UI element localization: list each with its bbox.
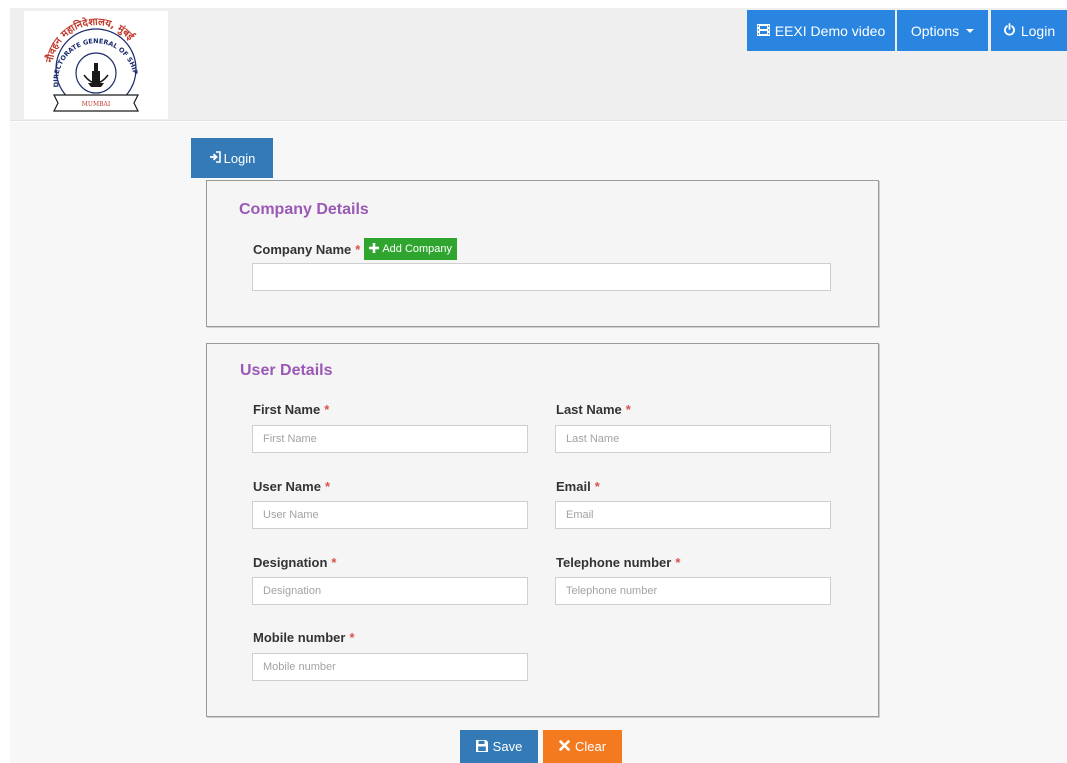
email-label: Email [556, 479, 591, 494]
plus-icon [369, 242, 380, 256]
floppy-disk-icon [475, 739, 488, 754]
save-button[interactable]: Save [460, 730, 538, 763]
first-name-label-row: First Name * [253, 402, 329, 417]
mobile-label-row: Mobile number * [253, 630, 355, 645]
tab-login[interactable]: Login [191, 138, 273, 178]
company-name-input[interactable] [252, 263, 831, 291]
telephone-input[interactable] [555, 577, 831, 605]
logo-ribbon-text: MUMBAI [82, 101, 111, 108]
required-marker: * [594, 479, 600, 494]
clear-button[interactable]: Clear [543, 730, 622, 763]
required-marker: * [331, 555, 337, 570]
designation-label: Designation [253, 555, 328, 570]
last-name-label: Last Name [556, 402, 622, 417]
last-name-input[interactable] [555, 425, 831, 453]
eexi-demo-video-button[interactable]: EEXI Demo video [747, 10, 895, 51]
company-name-label-row: Company Name * Add Company [253, 238, 458, 260]
mobile-label: Mobile number [253, 630, 346, 645]
eexi-demo-video-label: EEXI Demo video [774, 22, 886, 39]
page-top-strip [10, 0, 1067, 8]
user-name-input[interactable] [252, 501, 528, 529]
designation-input[interactable] [252, 577, 528, 605]
dgs-logo[interactable]: नौवहन महानिदेशालय, मुंबई DIRECTORATE GEN… [24, 11, 168, 119]
mobile-input[interactable] [252, 653, 528, 681]
telephone-label: Telephone number [556, 555, 672, 570]
add-company-button[interactable]: Add Company [364, 238, 458, 260]
first-name-label: First Name [253, 402, 321, 417]
required-marker: * [355, 241, 361, 257]
email-label-row: Email * [556, 479, 600, 494]
company-name-label: Company Name [253, 241, 352, 257]
sign-in-icon [209, 151, 221, 165]
tab-login-label: Login [223, 150, 256, 166]
options-dropdown-button[interactable]: Options [897, 10, 988, 51]
required-marker: * [324, 479, 330, 494]
options-label: Options [910, 22, 960, 39]
save-label: Save [492, 739, 523, 754]
page-left-edge [0, 0, 10, 763]
header-login-button[interactable]: Login [991, 10, 1067, 51]
telephone-label-row: Telephone number * [556, 555, 680, 570]
last-name-label-row: Last Name * [556, 402, 631, 417]
header-login-label: Login [1020, 22, 1056, 39]
required-marker: * [349, 630, 355, 645]
add-company-label: Add Company [382, 243, 453, 255]
email-input[interactable] [555, 501, 831, 529]
first-name-input[interactable] [252, 425, 528, 453]
required-marker: * [675, 555, 681, 570]
required-marker: * [625, 402, 631, 417]
film-icon [756, 23, 770, 38]
clear-label: Clear [574, 739, 607, 754]
power-icon [1003, 23, 1016, 38]
close-icon [559, 740, 570, 753]
company-details-title: Company Details [239, 201, 369, 218]
user-name-label-row: User Name * [253, 479, 330, 494]
user-details-title: User Details [240, 362, 333, 379]
required-marker: * [324, 402, 330, 417]
designation-label-row: Designation * [253, 555, 336, 570]
user-name-label: User Name [253, 479, 321, 494]
caret-down-icon [966, 28, 975, 33]
